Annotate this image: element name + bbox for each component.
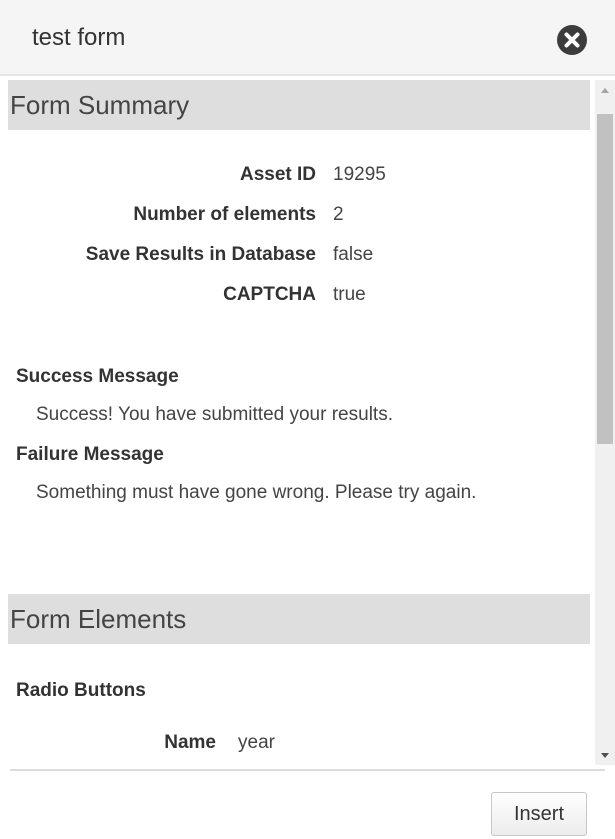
captcha-label: CAPTCHA — [223, 284, 316, 305]
number-of-elements-value: 2 — [333, 204, 344, 225]
element-name-value: year — [238, 732, 275, 753]
dialog-title: test form — [32, 24, 126, 51]
vertical-scrollbar[interactable] — [595, 80, 615, 765]
insert-button[interactable]: Insert — [491, 792, 587, 836]
element-type-label: Radio Buttons — [16, 680, 146, 701]
save-results-value: false — [333, 244, 374, 265]
dialog-body[interactable]: Form Summary Asset ID 19295 Number of el… — [0, 80, 615, 765]
save-results-label: Save Results in Database — [85, 244, 316, 265]
asset-id-value: 19295 — [333, 164, 386, 185]
success-message-text: Success! You have submitted your results… — [36, 404, 393, 425]
scroll-up-button[interactable] — [595, 80, 615, 100]
asset-id-label: Asset ID — [239, 164, 316, 185]
close-button[interactable] — [557, 25, 587, 55]
failure-message-label: Failure Message — [16, 444, 164, 465]
form-elements-heading: Form Elements — [8, 594, 590, 644]
form-summary-heading: Form Summary — [8, 80, 590, 130]
caret-down-icon — [601, 753, 609, 758]
success-message-label: Success Message — [16, 366, 179, 387]
dialog-header: test form — [0, 0, 615, 76]
failure-message-text: Something must have gone wrong. Please t… — [36, 482, 477, 503]
footer-divider — [10, 769, 605, 771]
element-name-label: Name — [164, 732, 216, 753]
scrollbar-thumb[interactable] — [597, 114, 613, 444]
caret-up-icon — [601, 88, 609, 93]
scroll-down-button[interactable] — [595, 745, 615, 765]
captcha-value: true — [333, 284, 366, 305]
number-of-elements-label: Number of elements — [133, 204, 316, 225]
close-icon — [564, 32, 580, 48]
